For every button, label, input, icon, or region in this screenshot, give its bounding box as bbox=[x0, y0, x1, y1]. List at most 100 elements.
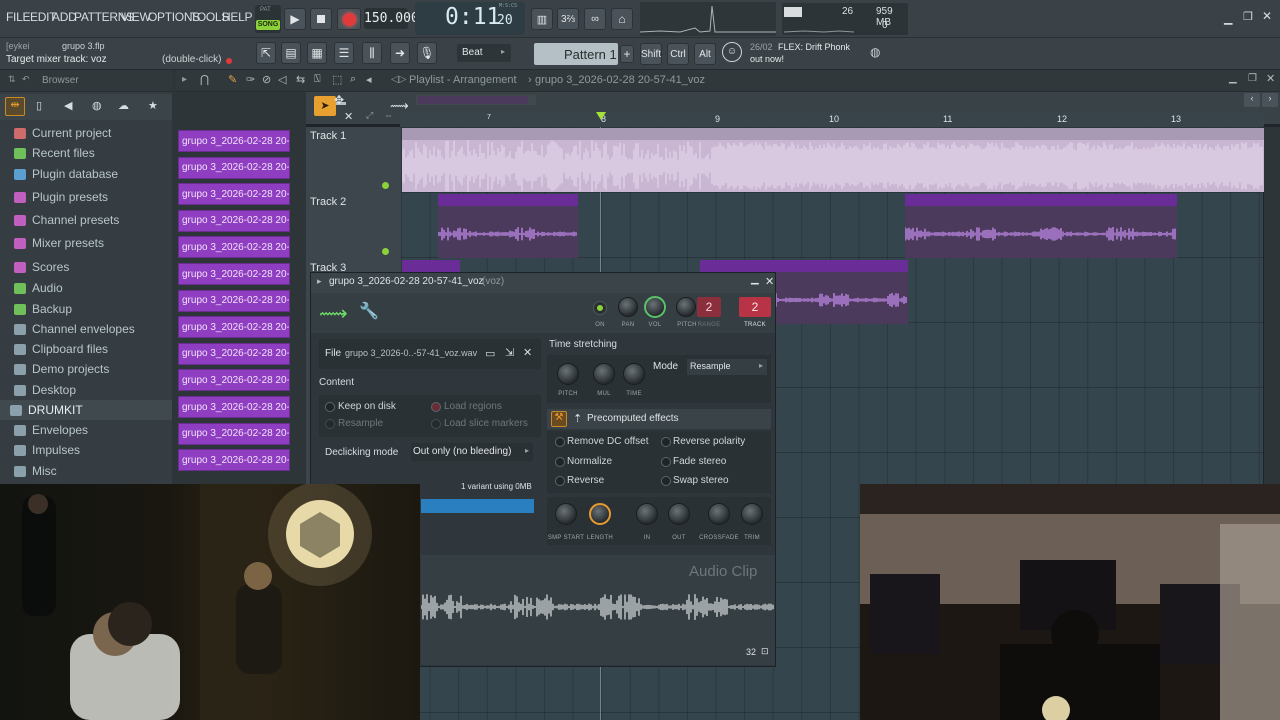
clip-source-item[interactable]: grupo 3_2026-02-28 20-... bbox=[178, 369, 290, 392]
ctrl-key[interactable]: Ctrl bbox=[667, 43, 689, 65]
pl-maximize-button[interactable]: ❐ bbox=[1248, 73, 1257, 84]
tab-speaker-icon[interactable]: ◀ bbox=[64, 99, 72, 112]
playlist-button[interactable]: ▤ bbox=[281, 42, 301, 64]
metronome-button[interactable]: ⌂ bbox=[611, 8, 633, 30]
timeline-ruler[interactable]: 7 8 9 10 11 12 13 bbox=[400, 112, 1264, 127]
track-1-label[interactable]: Track 1 bbox=[310, 130, 346, 142]
browser-item[interactable]: Recent files bbox=[14, 143, 95, 163]
clip-source-item[interactable]: grupo 3_2026-02-28 20-... bbox=[178, 422, 290, 445]
pl-arrow-icon[interactable]: ▸ bbox=[182, 74, 187, 85]
menu-file[interactable]: FILE bbox=[6, 10, 30, 24]
close-button[interactable]: ✕ bbox=[1262, 9, 1272, 23]
fade-stereo-checkbox[interactable] bbox=[661, 457, 671, 467]
ts-pitch-knob[interactable] bbox=[557, 363, 579, 385]
minimize-button[interactable]: ▁ bbox=[1224, 12, 1232, 25]
countdown-button[interactable]: 3⅔ bbox=[557, 8, 579, 30]
dialog-minimize-button[interactable]: ▁ bbox=[751, 274, 759, 285]
trim-knob[interactable] bbox=[741, 503, 763, 525]
playback-tool-icon[interactable]: ◂ bbox=[366, 73, 372, 86]
snap-tool-button[interactable]: ⇱ bbox=[256, 42, 276, 64]
load-regions-checkbox[interactable] bbox=[431, 402, 441, 412]
clip-source-item[interactable]: grupo 3_2026-02-28 20-... bbox=[178, 289, 290, 312]
back-icon[interactable]: ↶ bbox=[22, 74, 30, 85]
slice-tool-icon[interactable]: ⍂ bbox=[314, 73, 321, 86]
paint-tool-icon[interactable]: ✑ bbox=[246, 73, 255, 86]
alt-key[interactable]: Alt bbox=[694, 43, 716, 65]
browser-item[interactable]: Channel envelopes bbox=[14, 319, 135, 339]
shift-key[interactable]: Shift bbox=[640, 43, 662, 65]
clip-source-item[interactable]: grupo 3_2026-02-28 20-... bbox=[178, 156, 290, 179]
dialog-titlebar[interactable]: ▸ grupo 3_2026-02-28 20-57-41_voz (voz) … bbox=[311, 273, 775, 293]
song-pattern-switch[interactable]: PAT SONG bbox=[255, 5, 281, 33]
tab-all-icon[interactable]: ⇹ bbox=[5, 97, 25, 116]
loop-record-button[interactable]: ∞ bbox=[584, 8, 606, 30]
tab-project-icon[interactable]: ▯ bbox=[36, 99, 42, 112]
time-display[interactable]: 0:11 20 M:S:CS bbox=[415, 2, 525, 35]
stop-button[interactable] bbox=[310, 8, 332, 30]
channel-rack-button[interactable]: ☰ bbox=[334, 42, 354, 64]
keep-on-disk-checkbox[interactable] bbox=[325, 402, 335, 412]
fade-out-knob[interactable] bbox=[668, 503, 690, 525]
load-slice-checkbox[interactable] bbox=[431, 419, 441, 429]
snap-select[interactable]: Beat ▸ bbox=[457, 44, 511, 62]
clip-track2-a[interactable]: grupo 3_2026-0..8 20-55-51_voz bbox=[438, 194, 578, 258]
pl-x-icon[interactable]: ✕ bbox=[344, 110, 353, 123]
tempo-display[interactable]: 150.000 bbox=[364, 8, 419, 29]
clip-source-item[interactable]: grupo 3_2026-02-28 20-... bbox=[178, 316, 290, 339]
piano-roll-button[interactable]: ▦ bbox=[307, 42, 327, 64]
tab-plugin-icon[interactable]: ◍ bbox=[92, 99, 102, 112]
wrench-tab-icon[interactable]: 🔧 bbox=[359, 301, 379, 321]
browser-item[interactable]: Audio bbox=[14, 278, 63, 298]
browser-item[interactable]: Misc bbox=[14, 461, 57, 481]
delete-tool-icon[interactable]: ⊘ bbox=[262, 73, 271, 86]
browser-item[interactable]: Backup bbox=[14, 299, 72, 319]
clip-track2-b[interactable]: grupo 3_2026-02-28 20-57-41_voz bbox=[905, 194, 1177, 258]
scroll-left-icon[interactable]: ‹ bbox=[1244, 93, 1260, 107]
slip-tool-icon[interactable]: ⇆ bbox=[296, 73, 305, 86]
clip-source-item[interactable]: grupo 3_2026-02-28 20-... bbox=[178, 130, 290, 152]
file-name[interactable]: grupo 3_2026-0..-57-41_voz.wav bbox=[345, 348, 481, 358]
magnet-icon[interactable]: ⋂ bbox=[200, 73, 209, 86]
mixer-track-value[interactable]: 2 bbox=[739, 297, 771, 317]
pl-move-icon[interactable]: ✥ bbox=[334, 93, 344, 107]
record-button[interactable] bbox=[337, 8, 361, 30]
browser-item[interactable]: Envelopes bbox=[14, 420, 88, 440]
microphone-button[interactable]: 🎙 bbox=[417, 42, 437, 64]
folder-icon[interactable]: ▭ bbox=[485, 347, 495, 360]
browser-item[interactable]: Demo projects bbox=[14, 359, 109, 379]
menu-help[interactable]: HELP bbox=[222, 10, 252, 24]
resample-checkbox[interactable] bbox=[325, 419, 335, 429]
browser-item[interactable]: DRUMKIT bbox=[0, 400, 172, 420]
next-button[interactable]: ➜ bbox=[390, 42, 410, 64]
clip-source-item[interactable]: grupo 3_2026-02-28 20-... bbox=[178, 396, 290, 418]
track-1-led[interactable] bbox=[382, 182, 389, 189]
track-2-led[interactable] bbox=[382, 248, 389, 255]
clip-source-item[interactable]: grupo 3_2026-02-28 20-... bbox=[178, 263, 290, 285]
news-icon[interactable]: ☺ bbox=[722, 42, 742, 62]
declicking-select[interactable]: Out only (no bleeding) ▸ bbox=[411, 443, 533, 461]
draw-tool-icon[interactable]: ✎ bbox=[228, 73, 237, 86]
browser-menu-icon[interactable]: ⇅ bbox=[8, 74, 16, 85]
playhead-marker[interactable] bbox=[596, 112, 606, 120]
add-pattern-button[interactable]: + bbox=[620, 45, 634, 63]
crossfade-knob[interactable] bbox=[708, 503, 730, 525]
remove-dc-checkbox[interactable] bbox=[555, 437, 565, 447]
clip-track1[interactable]: slayr type shi 150bpm ni idea la key bru… bbox=[402, 128, 1264, 192]
news-title[interactable]: FLEX: Drift Phonk bbox=[778, 42, 850, 52]
ts-time-knob[interactable] bbox=[623, 363, 645, 385]
swap-stereo-checkbox[interactable] bbox=[661, 476, 671, 486]
dialog-close-button[interactable]: ✕ bbox=[765, 275, 774, 288]
reverse-checkbox[interactable] bbox=[555, 476, 565, 486]
pl-arrow-icon-2[interactable]: ⤢ bbox=[366, 110, 373, 121]
volume-knob[interactable] bbox=[644, 296, 666, 318]
on-toggle[interactable] bbox=[593, 301, 607, 315]
pl-tool-arrow-icon[interactable]: ➤ bbox=[314, 96, 336, 116]
tab-favorite-icon[interactable]: ★ bbox=[148, 99, 158, 112]
mute-tool-icon[interactable]: ◁ bbox=[278, 73, 286, 86]
pl-nav-icon[interactable]: ◁▷ bbox=[391, 74, 406, 85]
normalize-checkbox[interactable] bbox=[555, 457, 565, 467]
precomputed-arrow-icon[interactable]: ⇡ bbox=[573, 412, 582, 425]
clip-source-item[interactable]: grupo 3_2026-02-28 20-... bbox=[178, 449, 290, 472]
browser-item[interactable]: Channel presets bbox=[14, 210, 119, 230]
browser-item[interactable]: Current project bbox=[14, 123, 111, 143]
